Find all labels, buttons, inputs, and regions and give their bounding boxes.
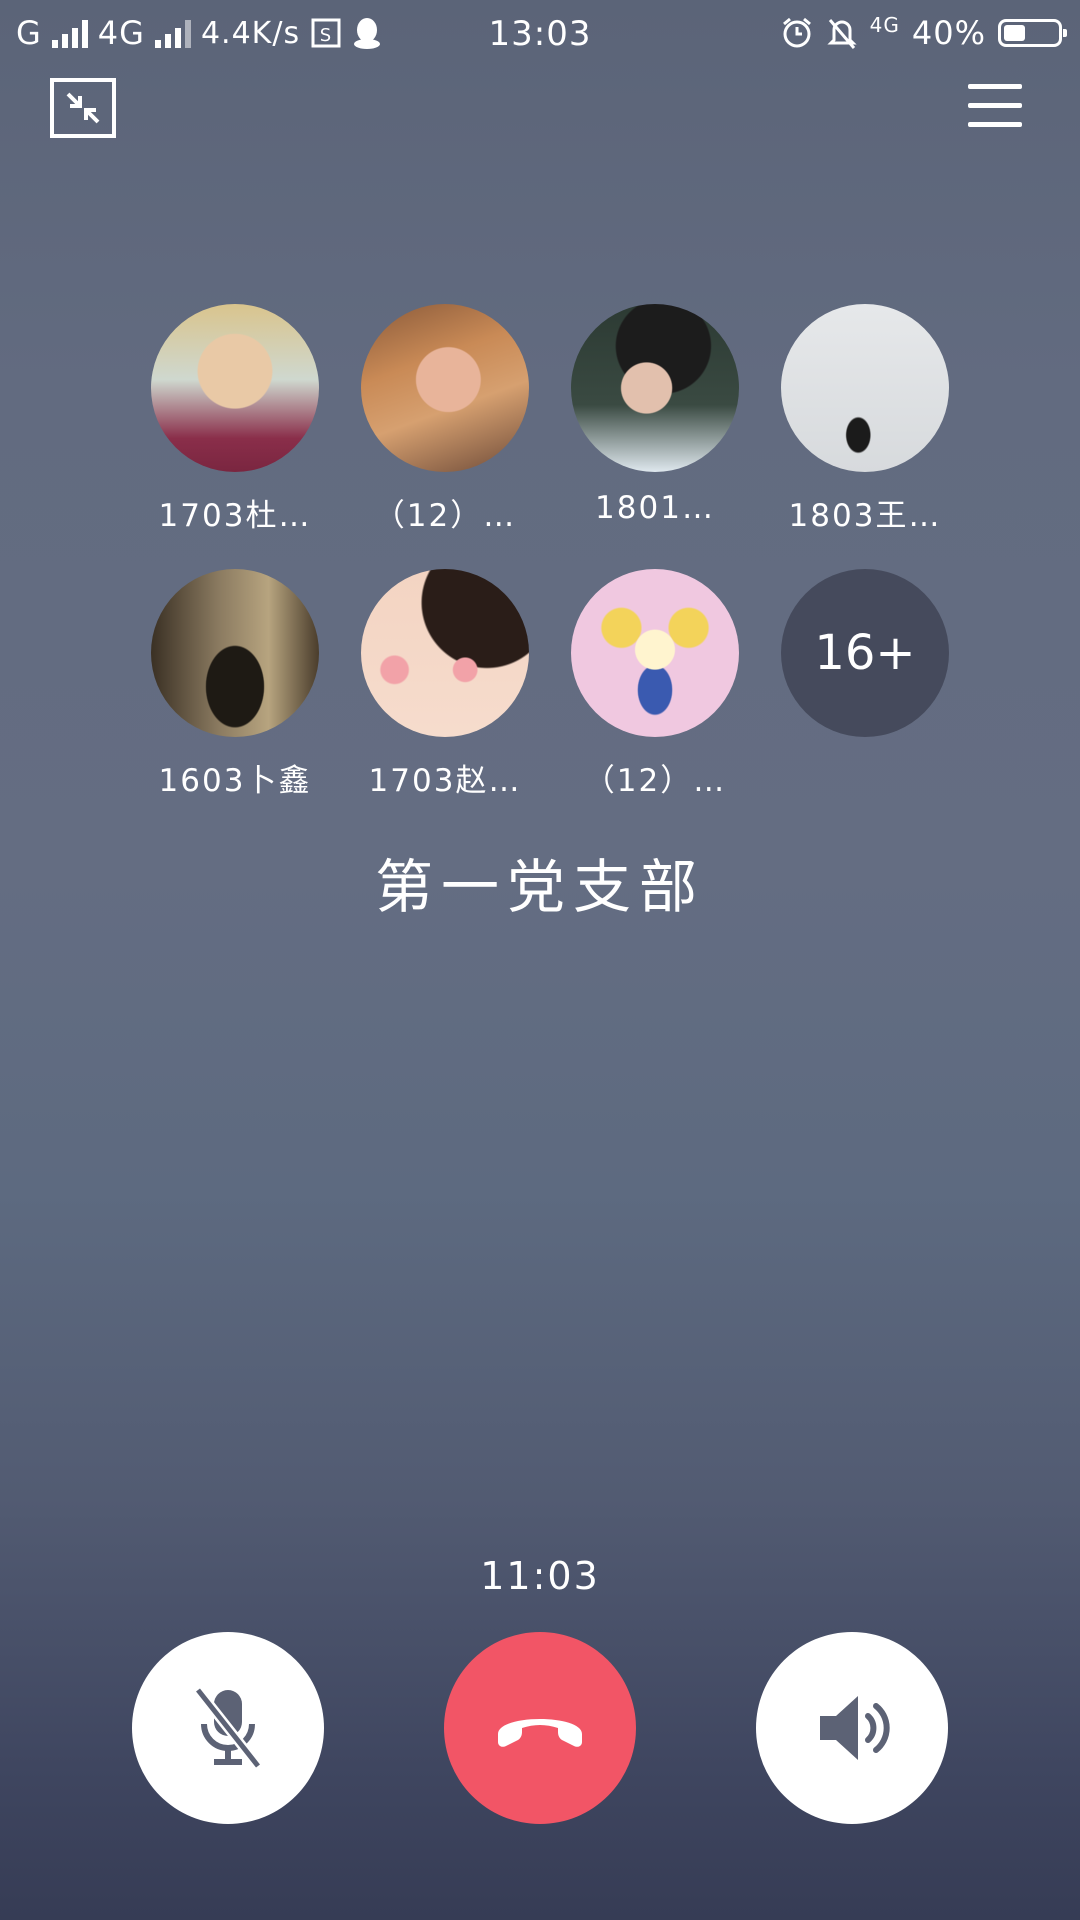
member-name: （12）… [373, 498, 517, 534]
more-members[interactable]: 16+ [760, 569, 970, 800]
speaker-button[interactable] [756, 1632, 948, 1824]
more-members-count: 16+ [781, 569, 949, 737]
call-timer: 11:03 [480, 1554, 600, 1598]
speaker-icon [820, 1696, 890, 1760]
member-name: 1703杜… [158, 498, 312, 534]
microphone-muted-icon [194, 1686, 262, 1770]
hangup-button[interactable] [444, 1632, 636, 1824]
member-grid: 1703杜… （12）… 1801… 1803王… 1603卜鑫 1703赵… … [130, 304, 970, 800]
battery-fill [1004, 25, 1025, 41]
member-tile[interactable]: 1801… [550, 304, 760, 535]
avatar [361, 569, 529, 737]
member-tile[interactable]: 1803王… [760, 304, 970, 535]
menu-line [968, 84, 1022, 89]
member-tile[interactable]: 1603卜鑫 [130, 569, 340, 800]
battery-icon [998, 19, 1067, 47]
member-name: 1801… [595, 490, 715, 526]
network-type-right: 4G [869, 13, 900, 37]
mute-button[interactable] [132, 1632, 324, 1824]
menu-line [968, 103, 1022, 108]
avatar [571, 569, 739, 737]
battery-percent: 40% [911, 14, 986, 52]
avatar [781, 304, 949, 472]
status-bar: G 4G 4.4K/s S 13:03 4G 40% [0, 0, 1080, 72]
avatar [151, 569, 319, 737]
group-name: 第一党支部 [374, 853, 705, 921]
menu-button[interactable] [968, 84, 1022, 132]
alarm-icon [782, 17, 811, 48]
status-right: 4G 40% [780, 13, 1067, 52]
avatar [361, 304, 529, 472]
member-tile[interactable]: （12）… [550, 569, 760, 800]
avatar [151, 304, 319, 472]
member-name: （12）… [583, 763, 727, 799]
minimize-arrows-icon [66, 92, 100, 124]
minimize-button[interactable] [50, 78, 116, 138]
phone-hangup-icon [498, 1719, 582, 1747]
member-tile[interactable]: 1703杜… [130, 304, 340, 535]
member-name: 1603卜鑫 [158, 763, 312, 799]
menu-line [968, 122, 1022, 127]
member-name: 1803王… [788, 498, 942, 534]
member-tile[interactable]: （12）… [340, 304, 550, 535]
member-tile[interactable]: 1703赵… [340, 569, 550, 800]
notifications-off-icon [827, 19, 857, 49]
member-name: 1703赵… [368, 763, 522, 799]
avatar [571, 304, 739, 472]
